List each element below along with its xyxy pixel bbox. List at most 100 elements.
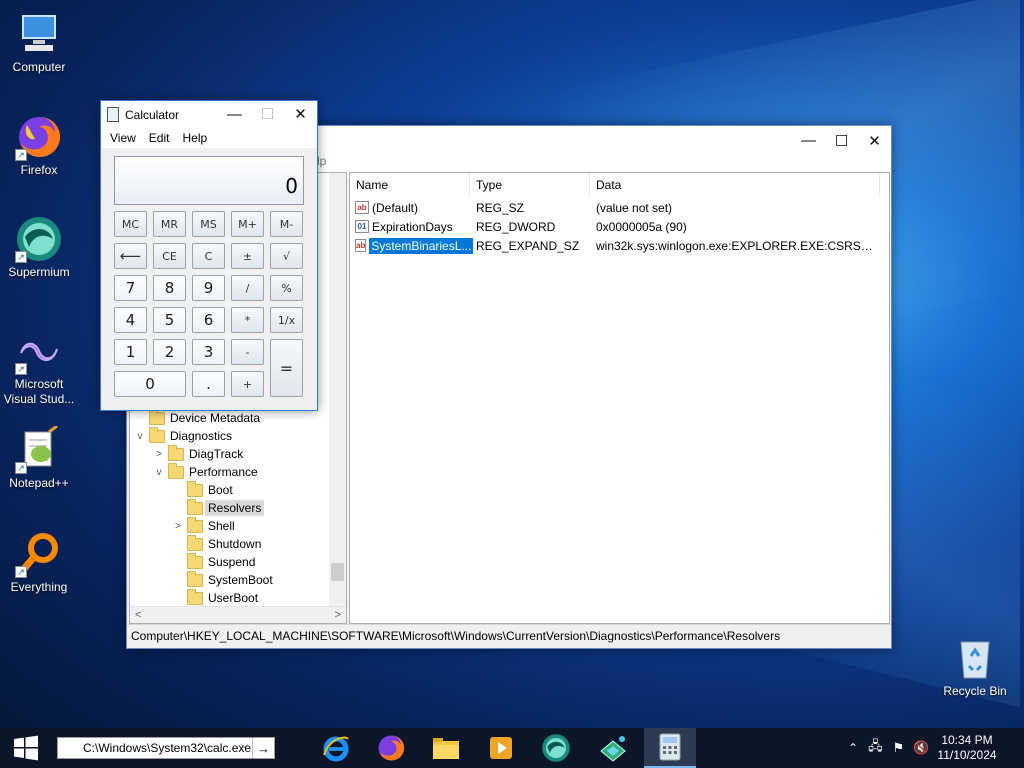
digit-6-button[interactable]: 6 (192, 307, 225, 333)
menu-item-help[interactable]: Help (182, 131, 207, 145)
digit-3-button[interactable]: 3 (192, 339, 225, 365)
desktop-icon-label: Notepad++ (9, 476, 69, 490)
tree-item-resolvers[interactable]: Resolvers (172, 498, 265, 517)
equals-button[interactable]: = (270, 339, 303, 397)
calculator-window[interactable]: Calculator — ☐ ✕ View Edit Help 0 MC MR … (100, 100, 318, 411)
digit-4-button[interactable]: 4 (114, 307, 147, 333)
minimize-button[interactable]: — (792, 126, 825, 155)
add-button[interactable]: + (231, 371, 264, 397)
tree-item-diagtrack[interactable]: > DiagTrack (153, 444, 243, 463)
column-name[interactable]: Name (350, 173, 470, 195)
desktop-icon-recycle-bin[interactable]: Recycle Bin (937, 634, 1013, 699)
sqrt-button[interactable]: √ (270, 243, 303, 269)
expander-icon[interactable]: v (134, 431, 146, 442)
run-input[interactable]: C:\Windows\System32\calc.exe (83, 741, 251, 755)
digit-1-button[interactable]: 1 (114, 339, 147, 365)
percent-button[interactable]: % (270, 275, 303, 301)
run-address-box[interactable]: C:\Windows\System32\calc.exe ⌵ → (57, 737, 275, 759)
scroll-left-icon[interactable]: < (135, 609, 141, 621)
desktop-icon-firefox[interactable]: ↗ Firefox (1, 113, 77, 178)
tree-item-shell[interactable]: > Shell (172, 516, 235, 535)
tree-item-userboot[interactable]: UserBoot (172, 588, 258, 607)
taskbar-calculator[interactable] (644, 728, 696, 768)
scrollbar-thumb[interactable] (331, 563, 344, 581)
value-type: REG_SZ (476, 200, 525, 215)
desktop-icon-visual-studio[interactable]: ↗ Microsoft Visual Stud... (1, 327, 77, 407)
taskbar-supermium[interactable] (530, 728, 582, 768)
mc-button[interactable]: MC (114, 211, 147, 237)
digit-2-button[interactable]: 2 (153, 339, 186, 365)
network-icon[interactable]: 🖧 (868, 737, 883, 759)
tree-item-systemboot[interactable]: SystemBoot (172, 570, 273, 589)
reciprocal-button[interactable]: 1/x (270, 307, 303, 333)
menu-item-view[interactable]: View (110, 131, 136, 145)
taskbar-internet-explorer[interactable] (310, 728, 362, 768)
volume-muted-icon[interactable]: 🔇 (913, 740, 929, 756)
expander-icon[interactable]: v (153, 467, 165, 478)
column-data[interactable]: Data (590, 173, 880, 195)
tree-item-performance[interactable]: v Performance (153, 462, 258, 481)
expander-icon[interactable]: > (172, 521, 184, 532)
menu-item-edit[interactable]: Edit (149, 131, 170, 145)
media-player-icon (490, 737, 512, 759)
digit-0-button[interactable]: 0 (114, 371, 186, 397)
m-plus-button[interactable]: M+ (231, 211, 264, 237)
multiply-button[interactable]: * (231, 307, 264, 333)
registry-values-pane[interactable]: Name Type Data ab (Default) REG_SZ (value… (349, 172, 890, 624)
window-title: Calculator (125, 107, 180, 122)
calculator-display: 0 (114, 156, 304, 205)
vertical-scrollbar[interactable] (329, 173, 346, 608)
string-value-icon: ab (355, 201, 369, 214)
taskbar-network-app[interactable] (587, 728, 639, 768)
subtract-button[interactable]: - (231, 339, 264, 365)
calculator-icon (107, 107, 119, 122)
decimal-button[interactable]: . (192, 371, 225, 397)
horizontal-scrollbar[interactable]: < > (130, 606, 346, 623)
tree-item-suspend[interactable]: Suspend (172, 552, 255, 571)
ms-button[interactable]: MS (192, 211, 225, 237)
digit-9-button[interactable]: 9 (192, 275, 225, 301)
desktop-icon-everything[interactable]: ↗ Everything (1, 530, 77, 595)
desktop-icon-computer[interactable]: Computer (1, 10, 77, 75)
chevron-down-icon[interactable]: ⌵ (240, 740, 248, 751)
value-row[interactable]: 01 ExpirationDays REG_DWORD 0x0000005a (9… (350, 217, 880, 236)
start-button[interactable] (0, 728, 52, 768)
tree-item-shutdown[interactable]: Shutdown (172, 534, 261, 553)
tree-item-diagnostics[interactable]: v Diagnostics (134, 426, 232, 445)
value-row-selected[interactable]: ab SystemBinariesL... REG_EXPAND_SZ win32… (350, 236, 880, 255)
desktop-icon-supermium[interactable]: ↗ Supermium (1, 215, 77, 280)
tree-item-boot[interactable]: Boot (172, 480, 233, 499)
folder-icon (168, 462, 184, 479)
expander-icon[interactable]: > (153, 449, 165, 460)
close-button[interactable]: ✕ (858, 126, 891, 155)
m-minus-button[interactable]: M- (270, 211, 303, 237)
backspace-button[interactable]: ⟵ (114, 243, 147, 269)
go-arrow-button[interactable]: → (252, 738, 274, 758)
column-type[interactable]: Type (470, 173, 590, 195)
show-hidden-icons-chevron-up-icon[interactable]: ⌃ (848, 741, 858, 755)
digit-7-button[interactable]: 7 (114, 275, 147, 301)
clear-entry-button[interactable]: CE (153, 243, 186, 269)
taskbar-firefox[interactable] (365, 728, 417, 768)
close-button[interactable]: ✕ (284, 101, 317, 127)
digit-5-button[interactable]: 5 (153, 307, 186, 333)
clock-time: 10:34 PM (941, 733, 993, 747)
value-row[interactable]: ab (Default) REG_SZ (value not set) (350, 198, 880, 217)
taskbar-clock[interactable]: 10:34 PM 11/10/2024 (932, 733, 1002, 763)
divide-button[interactable]: / (231, 275, 264, 301)
maximize-button[interactable]: ☐ (825, 126, 858, 155)
negate-button[interactable]: ± (231, 243, 264, 269)
mr-button[interactable]: MR (153, 211, 186, 237)
taskbar-file-explorer[interactable] (420, 728, 472, 768)
minimize-button[interactable]: — (218, 101, 251, 127)
tree-item-device-metadata[interactable]: Device Metadata (134, 408, 260, 427)
clear-button[interactable]: C (192, 243, 225, 269)
desktop-icon-notepad-plus-plus[interactable]: ↗ Notepad++ (1, 424, 77, 491)
taskbar-media-player[interactable] (475, 728, 527, 768)
menu-item-help-partial[interactable]: lp (317, 154, 326, 168)
title-bar[interactable]: Calculator — ☐ ✕ (101, 101, 317, 128)
firefox-icon: ↗ (15, 113, 63, 161)
scroll-right-icon[interactable]: > (335, 609, 341, 621)
action-center-flag-icon[interactable]: ⚑ (893, 740, 905, 756)
digit-8-button[interactable]: 8 (153, 275, 186, 301)
